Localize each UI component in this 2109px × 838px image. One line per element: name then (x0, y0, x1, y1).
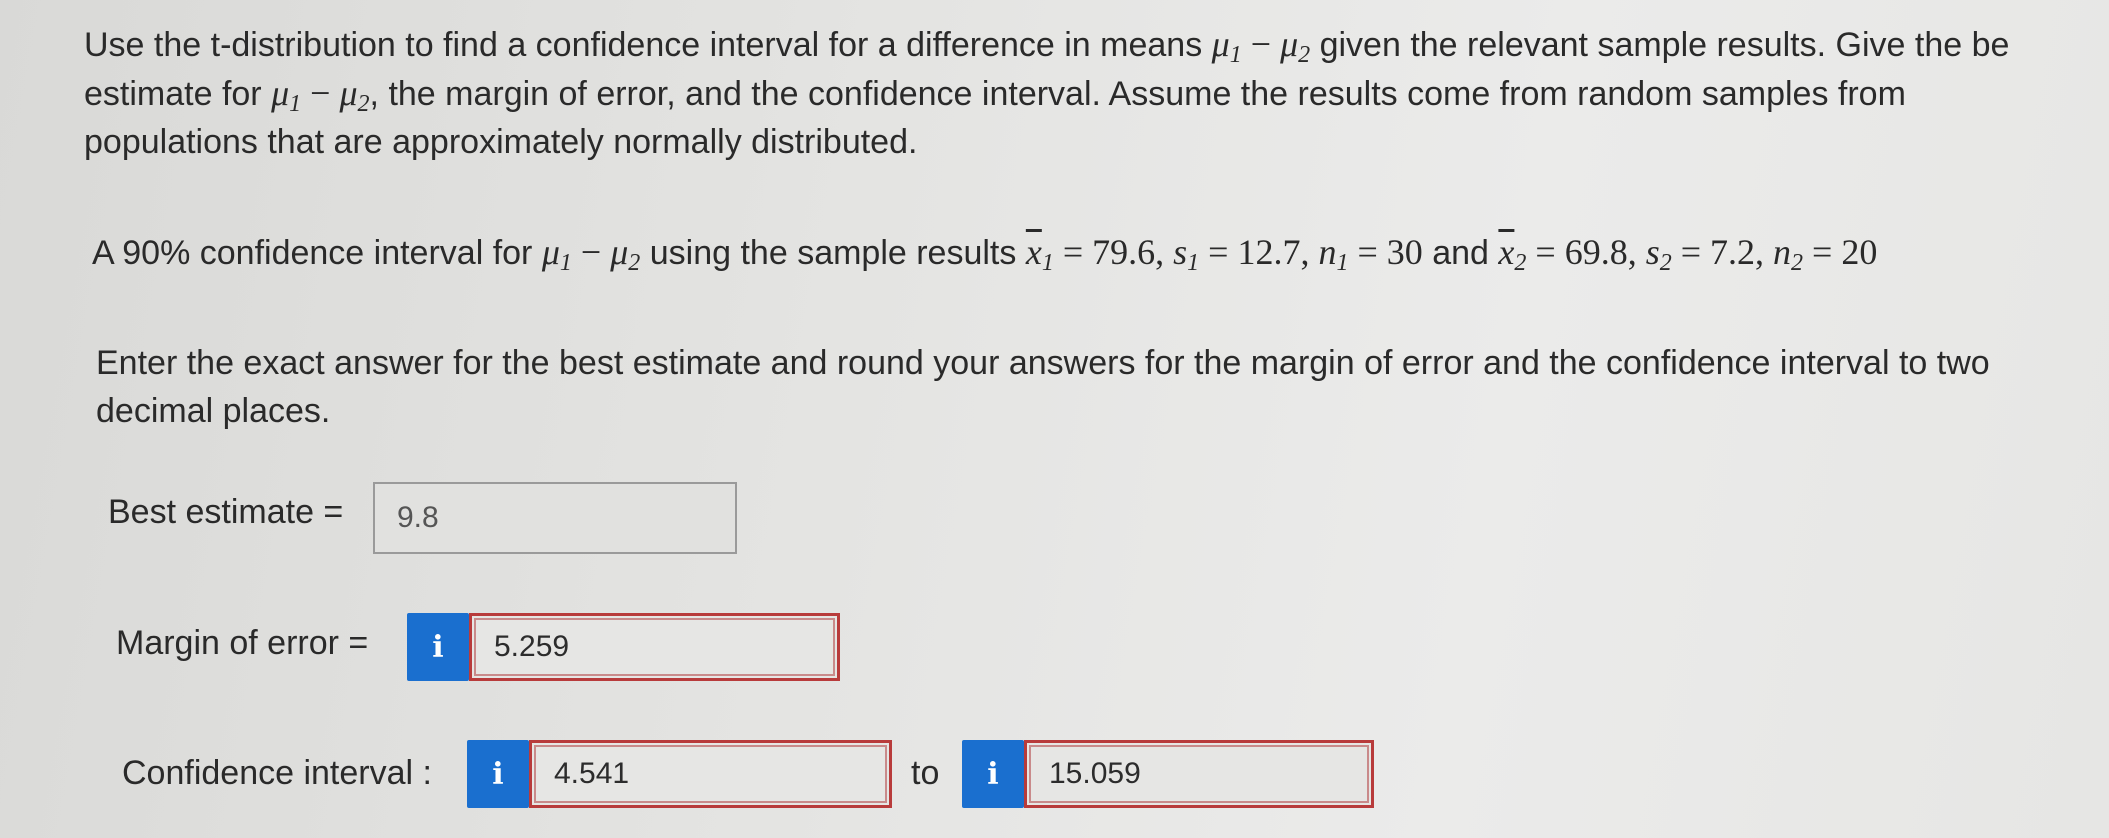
mu-difference: μ1 − μ2 (1211, 24, 1311, 68)
instructions: Enter the exact answer for the best esti… (96, 339, 1990, 435)
instructions-line-2: decimal places. (96, 392, 331, 430)
sample-stats-2: x2 = 69.8, s2 = 7.2, n2 = 20 (1498, 232, 1878, 276)
ci-upper-input[interactable]: 15.059 (1024, 740, 1374, 808)
ci-upper-info-icon[interactable]: i (962, 740, 1024, 808)
best-estimate-label: Best estimate = (108, 493, 344, 531)
confidence-interval-label: Confidence interval : (122, 754, 432, 792)
margin-of-error-input[interactable]: 5.259 (469, 613, 840, 681)
intro-text-5: populations that are approximately norma… (84, 123, 918, 161)
ci-lower-info-icon[interactable]: i (467, 740, 529, 808)
intro-text-3: estimate for (84, 75, 262, 113)
setup-and: and (1422, 234, 1499, 272)
intro-text-4: , the margin of error, and the confidenc… (369, 75, 1906, 113)
mu-difference: μ1 − μ2 (271, 73, 370, 117)
mu-difference: μ1 − μ2 (541, 232, 641, 276)
setup-lead: A 90% confidence interval for (92, 234, 533, 272)
ci-lower-input[interactable]: 4.541 (529, 740, 892, 808)
instructions-line-1: Enter the exact answer for the best esti… (96, 344, 1990, 382)
ci-to-label: to (911, 754, 940, 792)
margin-of-error-label: Margin of error = (116, 624, 369, 662)
margin-info-icon[interactable]: i (407, 613, 469, 681)
question-intro: Use the t-distribution to find a confide… (84, 20, 2009, 166)
setup-middle: using the sample results (649, 234, 1017, 272)
best-estimate-input[interactable]: 9.8 (373, 482, 737, 554)
question-setup: A 90% confidence interval for μ1 − μ2 us… (92, 228, 1877, 277)
intro-text-1: Use the t-distribution to find a confide… (84, 26, 1203, 64)
intro-text-2: given the relevant sample results. Give … (1319, 26, 2010, 64)
sample-stats: x1 = 79.6, s1 = 12.7, n1 = 30 (1025, 232, 1423, 276)
